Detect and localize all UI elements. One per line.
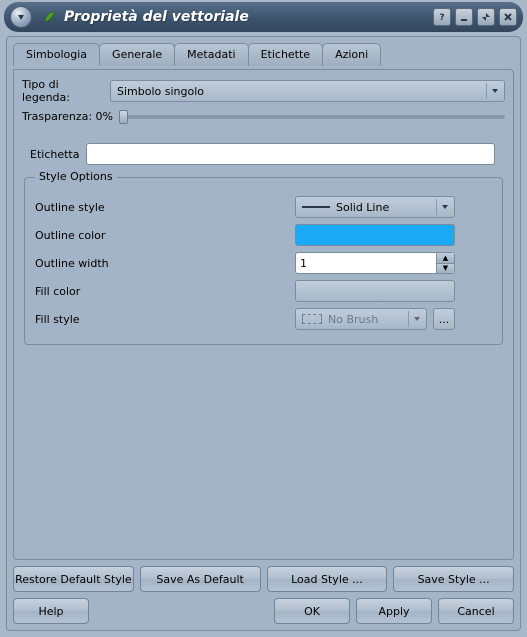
tab-azioni[interactable]: Azioni (322, 43, 381, 66)
etichetta-field-label: Etichetta (30, 148, 86, 161)
help-titlebar-button[interactable]: ? (433, 8, 451, 26)
outline-style-value: Solid Line (336, 201, 389, 214)
solid-line-icon (302, 206, 330, 208)
dialog-content: Simbologia Generale Metadati Etichette A… (6, 36, 521, 631)
apply-button[interactable]: Apply (356, 598, 432, 624)
fill-color-label: Fill color (35, 285, 295, 298)
window-title: Proprietà del vettoriale (64, 9, 433, 25)
tab-panel-simbologia: Tipo di legenda: Simbolo singolo Traspar… (13, 69, 514, 560)
tab-etichette[interactable]: Etichette (248, 43, 324, 66)
outline-width-label: Outline width (35, 257, 295, 270)
no-brush-icon (302, 314, 322, 324)
style-options-title: Style Options (35, 170, 117, 183)
outline-width-spinbox[interactable]: 1 ▲ ▼ (295, 252, 455, 274)
style-options-group: Style Options Outline style Solid Line O… (24, 177, 503, 345)
ok-button[interactable]: OK (274, 598, 350, 624)
chevron-down-icon (408, 311, 424, 327)
legend-type-value: Simbolo singolo (117, 85, 204, 98)
minimize-button[interactable] (455, 8, 473, 26)
fill-color-button[interactable] (295, 280, 455, 302)
load-style-button[interactable]: Load Style ... (267, 566, 388, 592)
fill-style-label: Fill style (35, 313, 295, 326)
restore-default-style-button[interactable]: Restore Default Style (13, 566, 134, 592)
outline-color-button[interactable] (295, 224, 455, 246)
legend-type-label: Tipo di legenda: (22, 78, 110, 104)
outline-width-value: 1 (300, 257, 307, 270)
svg-text:?: ? (439, 13, 444, 22)
outline-color-label: Outline color (35, 229, 295, 242)
outline-style-label: Outline style (35, 201, 295, 214)
tab-generale[interactable]: Generale (99, 43, 175, 66)
spin-down-button[interactable]: ▼ (436, 264, 454, 274)
tab-simbologia[interactable]: Simbologia (13, 43, 100, 66)
tab-bar: Simbologia Generale Metadati Etichette A… (13, 43, 514, 66)
help-button[interactable]: Help (13, 598, 89, 624)
transparency-label: Trasparenza: 0% (22, 110, 113, 123)
close-button[interactable] (499, 8, 517, 26)
fill-style-value: No Brush (328, 313, 378, 326)
cancel-button[interactable]: Cancel (438, 598, 514, 624)
fill-style-browse-button[interactable]: ... (433, 308, 455, 330)
slider-thumb[interactable] (119, 110, 128, 124)
app-icon (42, 9, 58, 25)
title-bar: Proprietà del vettoriale ? (4, 2, 523, 32)
etichetta-input[interactable] (86, 143, 495, 165)
maximize-button[interactable] (477, 8, 495, 26)
fill-style-select[interactable]: No Brush (295, 308, 427, 330)
chevron-down-icon (486, 83, 502, 99)
save-as-default-button[interactable]: Save As Default (140, 566, 261, 592)
outline-style-select[interactable]: Solid Line (295, 196, 455, 218)
tab-metadati[interactable]: Metadati (174, 43, 248, 66)
chevron-down-icon (436, 199, 452, 215)
dialog-window: Proprietà del vettoriale ? Simbologia Ge… (0, 0, 527, 637)
spin-up-button[interactable]: ▲ (436, 253, 454, 264)
transparency-slider[interactable] (119, 115, 505, 119)
legend-type-select[interactable]: Simbolo singolo (110, 80, 505, 102)
window-menu-button[interactable] (10, 6, 32, 28)
save-style-button[interactable]: Save Style ... (393, 566, 514, 592)
